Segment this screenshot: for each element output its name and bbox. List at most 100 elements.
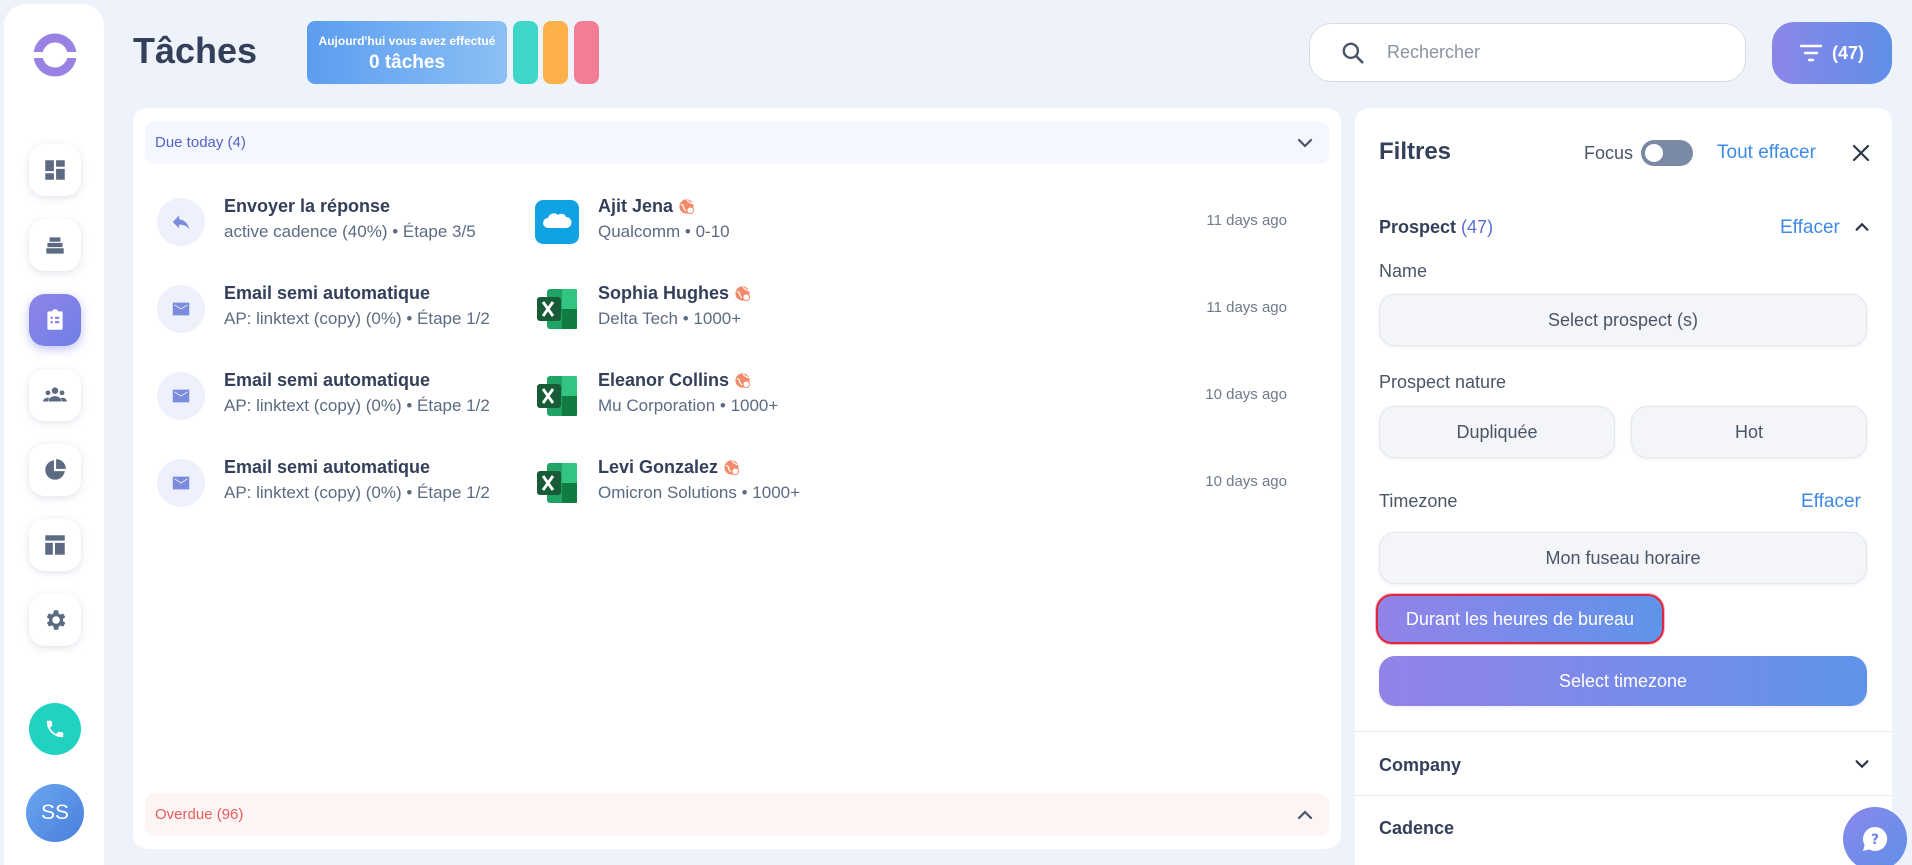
nav-settings[interactable] [29,594,81,646]
stat-pill-orange[interactable] [543,21,568,84]
prospect-section-label: Prospect (47) [1379,217,1493,238]
help-chat-button[interactable]: ? [1843,807,1907,865]
inbox-stack-icon [46,237,64,254]
prospect-clear-link[interactable]: Effacer [1780,217,1840,239]
layout-icon [45,535,65,555]
pie-chart-icon [45,459,66,480]
task-subtitle: active cadence (40%) • Étape 3/5 [224,222,476,241]
excel-icon [537,463,577,503]
reply-icon [172,215,190,230]
task-time: 10 days ago [1205,473,1287,490]
page-title: Tâches [133,30,258,71]
nav-contacts[interactable] [29,369,81,421]
search-bar[interactable]: Rechercher [1309,23,1746,82]
prospect-company: Omicron Solutions • 1000+ [598,483,801,502]
task-row[interactable]: Envoyer la réponse active cadence (40%) … [157,186,1287,266]
timezone-label: Timezone [1379,491,1458,511]
task-row[interactable]: Email semi automatique AP: linktext (cop… [157,273,1287,353]
divider [1355,731,1892,732]
task-time: 11 days ago [1206,299,1287,316]
prospect-company: Qualcomm • 0-10 [598,222,730,241]
overdue-header[interactable]: Overdue (96) [145,793,1329,836]
task-title[interactable]: Email semi automatique [224,283,430,304]
close-icon[interactable] [1850,142,1872,164]
task-subtitle: AP: linktext (copy) (0%) • Étape 1/2 [224,483,490,502]
timezone-globe-icon [724,460,740,476]
clipboard-icon [47,309,63,330]
task-subtitle: AP: linktext (copy) (0%) • Étape 1/2 [224,396,490,415]
stat-value: 0 tâches [368,52,446,73]
task-panel: Due today (4) Envoyer la réponse active … [133,108,1341,849]
timezone-globe-icon [735,373,751,389]
task-row[interactable]: Email semi automatique AP: linktext (cop… [157,447,1287,527]
phone-button[interactable] [29,703,81,755]
chevron-up-icon[interactable] [1853,218,1871,236]
search-icon [1342,42,1364,64]
user-avatar[interactable]: SS [26,784,84,842]
name-label: Name [1379,261,1428,281]
prospect-company: Delta Tech • 1000+ [598,309,742,328]
task-title[interactable]: Email semi automatique [224,370,430,391]
nav-reports[interactable] [29,444,81,496]
nav-tasks[interactable] [29,294,81,346]
select-prospect-button[interactable]: Select prospect (s) [1379,294,1867,346]
salesforce-icon [535,200,579,244]
focus-label: Focus [1584,143,1634,163]
search-placeholder[interactable]: Rechercher [1387,42,1480,63]
cadence-section-label[interactable]: Cadence [1379,818,1454,839]
due-today-header[interactable]: Due today (4) [145,121,1329,164]
prospect-label-text: Prospect [1379,217,1457,237]
app-logo-icon[interactable] [31,31,79,79]
chevron-down-icon[interactable] [1295,133,1315,153]
company-section-label[interactable]: Company [1379,755,1461,776]
task-title[interactable]: Envoyer la réponse [224,196,390,217]
select-timezone-button[interactable]: Select timezone [1379,656,1867,706]
task-row[interactable]: Email semi automatique AP: linktext (cop… [157,360,1287,440]
task-title[interactable]: Email semi automatique [224,457,430,478]
prospect-name-text[interactable]: Levi Gonzalez [598,457,718,478]
prospect-name-text[interactable]: Sophia Hughes [598,283,729,304]
my-timezone-button[interactable]: Mon fuseau horaire [1379,532,1867,584]
focus-toggle[interactable] [1641,140,1693,166]
office-hours-button[interactable]: Durant les heures de bureau [1376,594,1664,644]
prospect-name-text[interactable]: Eleanor Collins [598,370,729,391]
prospect-nature-label: Prospect nature [1379,372,1507,392]
prospect-name[interactable]: Eleanor Collins [598,370,751,391]
filter-toggle-button[interactable]: (47) [1772,22,1892,84]
mail-icon [172,476,190,490]
task-subtitle: AP: linktext (copy) (0%) • Étape 1/2 [224,309,490,328]
task-time: 11 days ago [1206,212,1287,229]
clear-all-link[interactable]: Tout effacer [1717,142,1816,164]
overdue-label: Overdue (96) [155,806,244,823]
task-type-badge [157,198,205,246]
nature-hot-button[interactable]: Hot [1631,406,1867,458]
prospect-name[interactable]: Ajit Jena [598,196,695,217]
prospect-company: Mu Corporation • 1000+ [598,396,779,415]
prospect-count: (47) [1461,217,1494,237]
excel-icon [537,289,577,329]
stat-pill-pink[interactable] [574,21,599,84]
stat-pill-teal[interactable] [513,21,538,84]
daily-stat-card: Aujourd'hui vous avez effectué 0 tâches [307,21,507,84]
mail-icon [172,302,190,316]
chevron-up-icon[interactable] [1295,805,1315,825]
prospect-name[interactable]: Sophia Hughes [598,283,751,304]
timezone-clear-link[interactable]: Effacer [1801,491,1861,513]
prospect-name[interactable]: Levi Gonzalez [598,457,740,478]
nav-inbox[interactable] [29,219,81,271]
task-type-badge [157,459,205,507]
nav-dashboard[interactable] [29,144,81,196]
chevron-down-icon[interactable] [1853,755,1871,773]
nature-duplicated-button[interactable]: Dupliquée [1379,406,1615,458]
divider [1355,795,1892,796]
filter-lines-icon [1799,44,1822,62]
phone-icon [46,720,64,738]
prospect-name-text[interactable]: Ajit Jena [598,196,673,217]
excel-icon [537,376,577,416]
filter-count: (47) [1831,42,1864,63]
filters-title: Filtres [1379,138,1452,165]
people-icon [43,387,67,402]
svg-text:?: ? [1871,832,1879,848]
nav-templates[interactable] [29,519,81,571]
sidebar: SS [4,4,104,865]
